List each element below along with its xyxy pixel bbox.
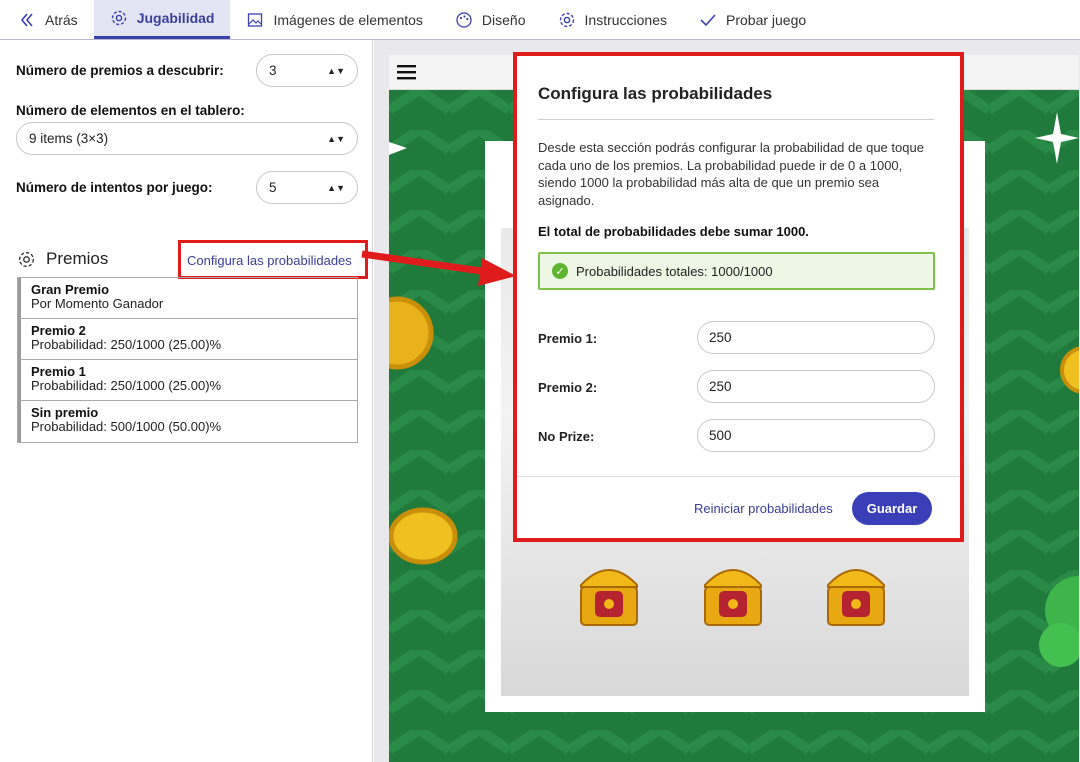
tab-probar[interactable]: Probar juego	[683, 0, 822, 39]
tab-jugabilidad-label: Jugabilidad	[136, 10, 215, 26]
attempts-label: Número de intentos por juego:	[16, 180, 213, 195]
select-arrows-icon: ▲▼	[327, 133, 345, 144]
prizes-list: Gran Premio Por Momento Ganador Premio 2…	[17, 277, 358, 443]
gear-icon	[559, 12, 574, 27]
tab-jugabilidad[interactable]: Jugabilidad	[93, 0, 231, 39]
attempts-select[interactable]: 5 ▲▼	[256, 171, 358, 204]
list-item[interactable]: Sin premio Probabilidad: 500/1000 (50.00…	[18, 401, 357, 442]
hamburger-menu-icon[interactable]	[397, 64, 417, 80]
coin-icon	[389, 507, 458, 565]
prizes-count-value: 3	[269, 63, 277, 78]
prize-detail: Probabilidad: 500/1000 (50.00)%	[31, 419, 222, 434]
attempts-value: 5	[269, 180, 277, 195]
prize-name: Sin premio	[31, 405, 99, 420]
list-item[interactable]: Premio 2 Probabilidad: 250/1000 (25.00)%	[18, 319, 357, 360]
back-chevrons-icon	[20, 12, 33, 27]
prize-name: Gran Premio	[31, 282, 110, 297]
elements-count-select[interactable]: 9 items (3×3) ▲▼	[16, 122, 358, 155]
top-tab-bar: Atrás Jugabilidad Imágenes de elementos …	[0, 0, 1080, 40]
tab-back-label: Atrás	[45, 11, 78, 28]
premios-heading-text: Premios	[46, 249, 109, 268]
pointer-arrow-icon	[361, 250, 516, 286]
tab-instrucciones-label: Instrucciones	[584, 11, 667, 28]
tab-probar-label: Probar juego	[726, 11, 807, 28]
treasure-chest-icon[interactable]	[824, 557, 888, 629]
tab-instrucciones[interactable]: Instrucciones	[542, 0, 683, 39]
highlight-box-link	[178, 240, 368, 279]
prizes-count-select[interactable]: 3 ▲▼	[256, 54, 358, 87]
prize-detail: Probabilidad: 250/1000 (25.00)%	[31, 337, 222, 352]
list-item[interactable]: Premio 1 Probabilidad: 250/1000 (25.00)%	[18, 360, 357, 401]
list-item[interactable]: Gran Premio Por Momento Ganador	[18, 278, 357, 319]
select-arrows-icon: ▲▼	[327, 182, 345, 193]
prize-name: Premio 1	[31, 364, 86, 379]
tab-imagenes-label: Imágenes de elementos	[273, 11, 423, 28]
gear-icon	[18, 251, 35, 267]
select-arrows-icon: ▲▼	[327, 65, 345, 76]
check-icon	[700, 13, 716, 26]
treasure-chest-icon[interactable]	[577, 557, 641, 629]
tab-diseno[interactable]: Diseño	[439, 0, 542, 39]
gear-icon	[111, 10, 126, 26]
highlight-box-modal	[513, 52, 964, 542]
tab-back[interactable]: Atrás	[0, 0, 94, 39]
prize-detail: Probabilidad: 250/1000 (25.00)%	[31, 378, 222, 393]
treasure-chest-icon[interactable]	[701, 557, 765, 629]
palette-icon	[456, 11, 472, 28]
prize-detail: Por Momento Ganador	[31, 296, 164, 311]
tab-diseno-label: Diseño	[481, 11, 526, 28]
prize-name: Premio 2	[31, 323, 86, 338]
elements-count-label: Número de elementos en el tablero:	[16, 103, 245, 118]
elements-count-value: 9 items (3×3)	[29, 131, 109, 146]
image-icon	[248, 12, 263, 27]
prizes-count-label: Número de premios a descubrir:	[16, 63, 224, 78]
tab-imagenes[interactable]: Imágenes de elementos	[230, 0, 438, 39]
premios-heading: Premios	[17, 249, 108, 269]
